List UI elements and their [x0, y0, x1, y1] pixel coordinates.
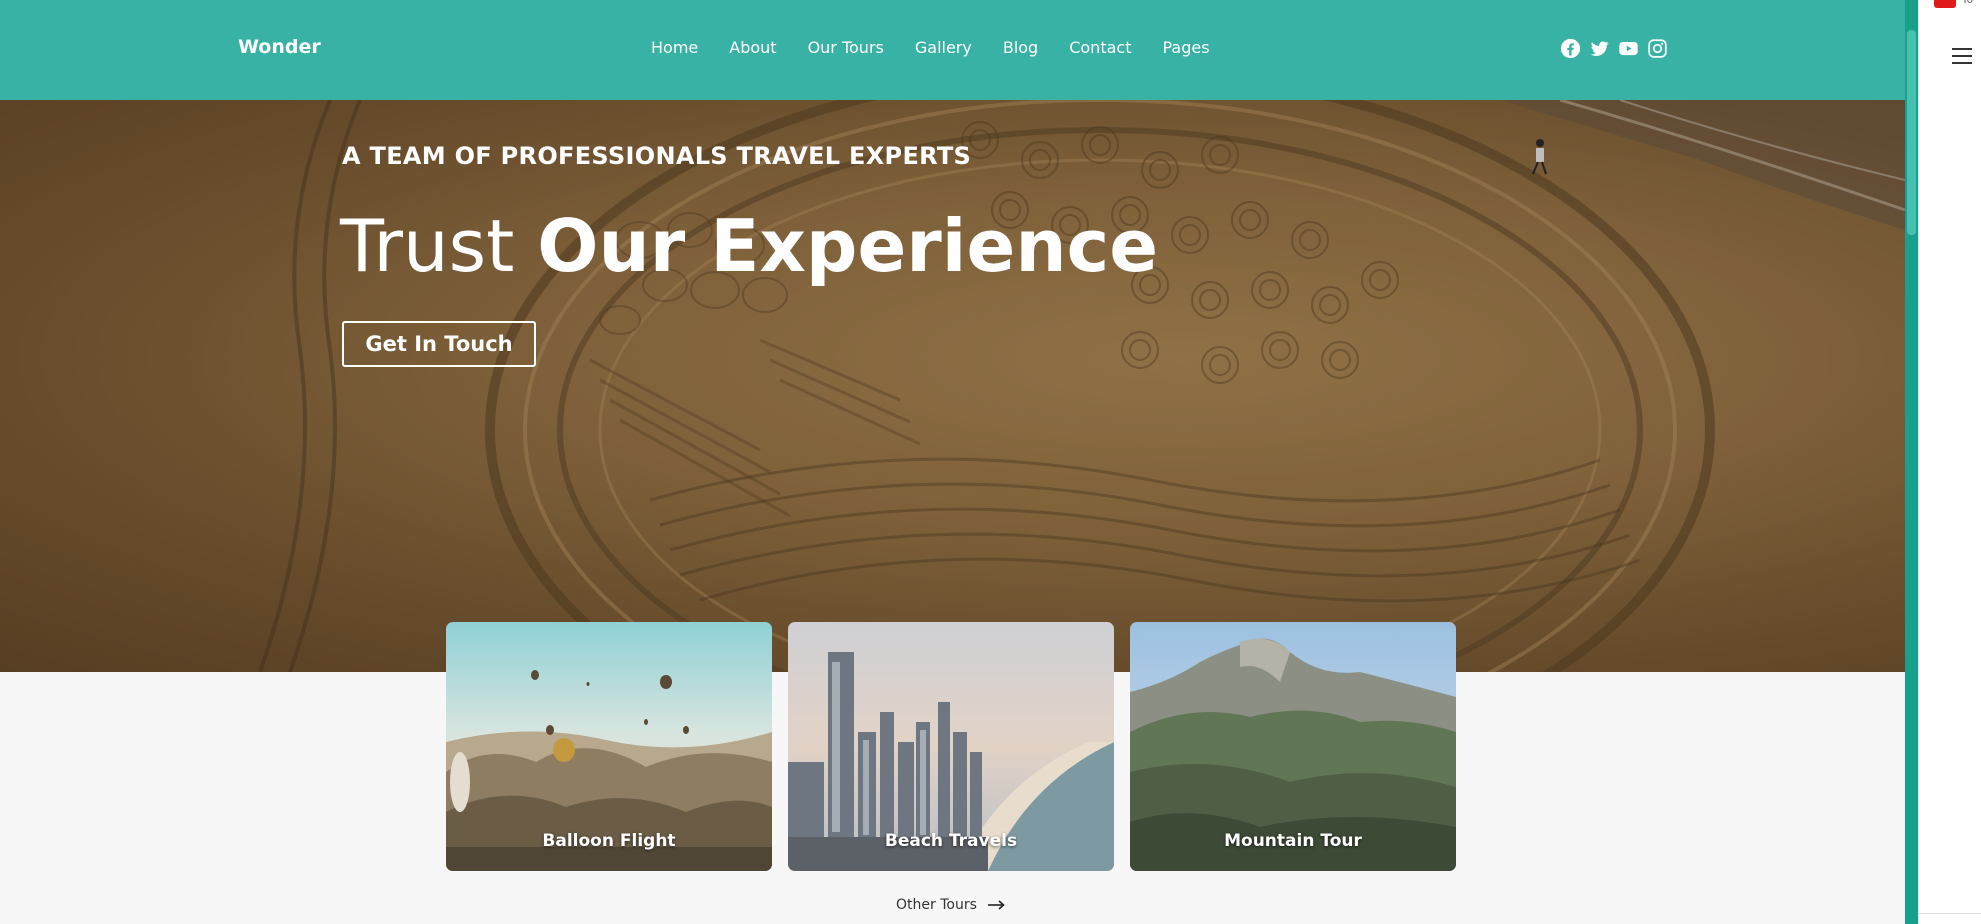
- hero-title-bold: Our Experience: [537, 204, 1159, 288]
- tour-card-mountain-tour[interactable]: Mountain Tour: [1130, 622, 1456, 871]
- other-tours-label: Other Tours: [896, 897, 977, 913]
- menu-line: [1952, 55, 1972, 57]
- social-links: [1560, 38, 1668, 59]
- hero-title: Trust Our Experience: [340, 204, 1158, 288]
- facebook-icon[interactable]: [1560, 38, 1581, 59]
- hero-kicker: A TEAM OF PROFESSIONALS TRAVEL EXPERTS: [342, 142, 972, 170]
- menu-line: [1952, 48, 1972, 50]
- tour-card-label: Balloon Flight: [542, 831, 676, 851]
- nav-blog[interactable]: Blog: [1003, 38, 1038, 57]
- brand-logo[interactable]: Wonder: [238, 36, 321, 58]
- hamburger-menu-icon[interactable]: [1952, 48, 1972, 66]
- tour-card-label: Mountain Tour: [1224, 831, 1362, 851]
- divider: [1918, 913, 1981, 914]
- page: Wonder Home About Our Tours Gallery Blog…: [0, 0, 1905, 924]
- tour-card-label: Beach Travels: [884, 831, 1018, 851]
- nav-gallery[interactable]: Gallery: [915, 38, 972, 57]
- youtube-icon[interactable]: [1618, 38, 1639, 59]
- hero-overlay: [0, 100, 1905, 672]
- menu-line: [1952, 62, 1972, 64]
- site-header: Wonder Home About Our Tours Gallery Blog…: [0, 0, 1905, 100]
- hero-section: A TEAM OF PROFESSIONALS TRAVEL EXPERTS T…: [0, 100, 1905, 672]
- tour-card-balloon-flight[interactable]: Balloon Flight: [446, 622, 772, 871]
- instagram-icon[interactable]: [1647, 38, 1668, 59]
- tour-card-beach-travels[interactable]: Beach Travels: [788, 622, 1114, 871]
- nav-contact[interactable]: Contact: [1069, 38, 1131, 57]
- tour-cards: Balloon Flight Beach Travels Mountain To…: [446, 622, 1457, 871]
- nav-about[interactable]: About: [729, 38, 776, 57]
- other-tours-link[interactable]: Other Tours: [896, 897, 1005, 913]
- youtube-tab-icon[interactable]: [1934, 0, 1956, 8]
- hero-title-light: Trust: [340, 204, 515, 288]
- arrow-right-icon: [987, 900, 1005, 910]
- scrollbar-thumb[interactable]: [1907, 30, 1916, 235]
- nav-our-tours[interactable]: Our Tours: [808, 38, 884, 57]
- get-in-touch-button[interactable]: Get In Touch: [342, 321, 536, 367]
- nav-pages[interactable]: Pages: [1162, 38, 1209, 57]
- main-nav: Home About Our Tours Gallery Blog Contac…: [651, 38, 1241, 57]
- side-tab-label: Yo: [1962, 0, 1973, 6]
- twitter-icon[interactable]: [1589, 38, 1610, 59]
- browser-side-panel: [1918, 0, 1981, 924]
- nav-home[interactable]: Home: [651, 38, 698, 57]
